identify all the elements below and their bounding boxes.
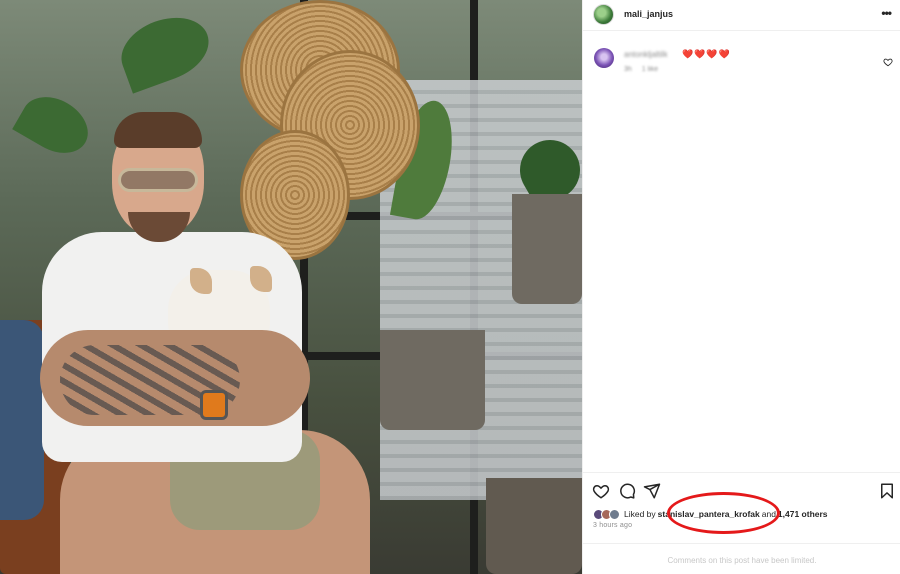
others-count[interactable]: 1,471 others: [778, 509, 828, 519]
plant-pot: [380, 330, 485, 430]
comments-limited-notice: Comments on this post have been limited.: [583, 543, 900, 574]
author-avatar[interactable]: [593, 4, 614, 25]
post-side-panel: mali_janjus ••• antonkljaltilk ❤️❤️❤️❤️ …: [582, 0, 900, 574]
post-header: mali_janjus •••: [583, 0, 900, 31]
comment-like-count[interactable]: 1 like: [642, 66, 658, 73]
comment-icon[interactable]: [618, 482, 636, 500]
liker-username-wrap: stanislav_pantera_krofak: [658, 509, 760, 519]
sunglasses: [118, 168, 198, 192]
jeans: [0, 320, 44, 520]
post-photo[interactable]: [0, 0, 582, 574]
author-username[interactable]: mali_janjus: [624, 9, 673, 19]
comment-time: 3h: [624, 66, 632, 73]
comment-meta: 3h 1 like: [624, 66, 666, 73]
bookmark-icon[interactable]: [878, 482, 896, 500]
plant-leaf: [112, 6, 218, 94]
liker-username[interactable]: stanislav_pantera_krofak: [658, 509, 760, 519]
commenter-avatar[interactable]: [594, 48, 614, 68]
hair: [114, 112, 202, 148]
liked-by-conjunction: and: [761, 509, 776, 519]
plant-pot: [512, 194, 582, 304]
plant-leaf: [12, 85, 98, 165]
comment-row: antonkljaltilk ❤️❤️❤️❤️ 3h 1 like: [583, 40, 900, 80]
liked-by-line: Liked by stanislav_pantera_krofak and 1,…: [593, 492, 893, 534]
share-icon[interactable]: [643, 482, 661, 500]
comment-text: ❤️❤️❤️❤️: [682, 49, 731, 59]
liker-avatars[interactable]: [593, 508, 620, 520]
liked-by-prefix: Liked by: [624, 509, 656, 519]
post-actions-bar: [583, 472, 900, 504]
post-timestamp[interactable]: 3 hours ago: [593, 522, 632, 529]
plant-pot: [486, 478, 582, 574]
wristwatch: [200, 390, 228, 420]
commenter-username[interactable]: antonkljaltilk: [624, 50, 668, 59]
heart-icon[interactable]: [592, 482, 610, 500]
more-options-icon[interactable]: •••: [881, 6, 892, 20]
heart-icon[interactable]: [883, 54, 893, 67]
